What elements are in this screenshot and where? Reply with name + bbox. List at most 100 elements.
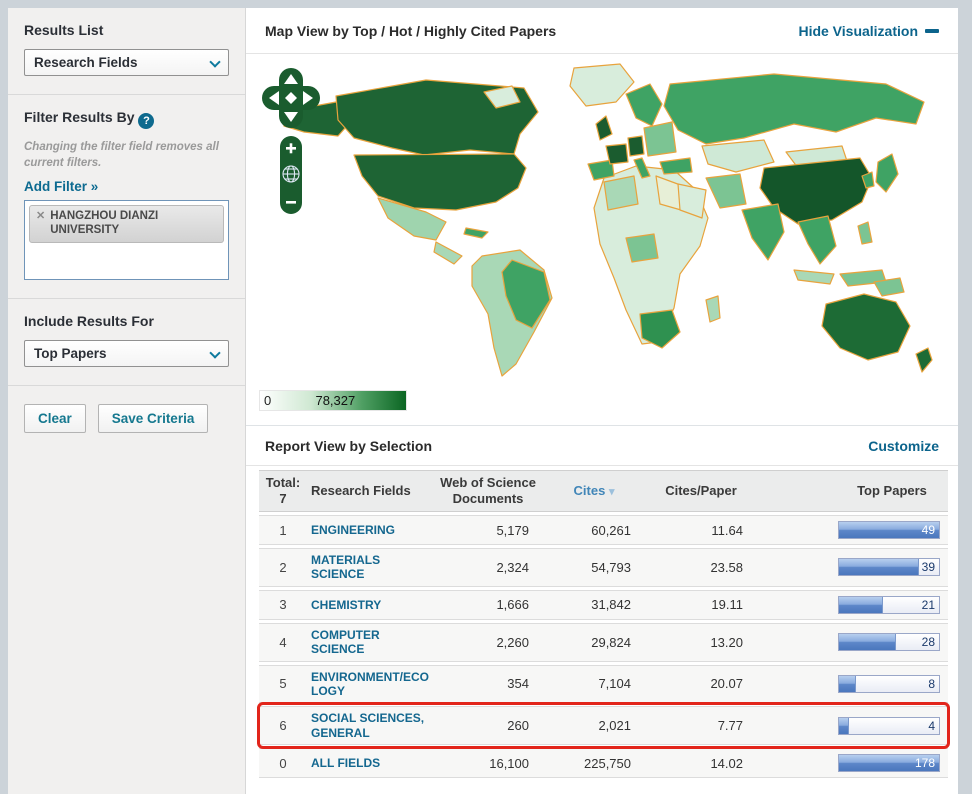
minus-icon (925, 29, 939, 33)
top-papers-value: 178 (915, 756, 935, 770)
top-papers-value: 21 (922, 598, 935, 612)
row-cites-paper: 23.58 (645, 556, 757, 579)
sidebar-actions: Clear Save Criteria (8, 386, 245, 451)
col-header-research-fields: Research Fields (307, 479, 433, 503)
filter-heading-label: Filter Results By (24, 109, 134, 125)
top-papers-bar-fill (839, 718, 849, 734)
results-list-dropdown[interactable]: Research Fields (24, 49, 229, 76)
row-wos-documents: 16,100 (433, 752, 543, 775)
total-count: 7 (261, 491, 305, 507)
col-header-cites-sort[interactable]: Cites ▾ (543, 479, 645, 503)
map-navigation-controls (262, 68, 320, 221)
table-row: 4COMPUTER SCIENCE2,26029,82413.2028 (259, 623, 948, 662)
top-papers-bar: 178 (838, 754, 940, 772)
results-list-heading: Results List (24, 22, 229, 38)
research-field-link[interactable]: MATERIALS SCIENCE (311, 553, 431, 582)
include-results-heading: Include Results For (24, 313, 229, 329)
main-panel: Map View by Top / Hot / Highly Cited Pap… (246, 8, 958, 794)
filter-heading: Filter Results By? (24, 109, 229, 129)
row-rank: 0 (259, 752, 307, 775)
include-results-dropdown[interactable]: Top Papers (24, 340, 229, 367)
row-top-papers-cell: 8 (836, 671, 948, 697)
report-view-header: Report View by Selection Customize (246, 426, 958, 466)
top-papers-value: 39 (922, 560, 935, 574)
question-icon[interactable]: ? (138, 113, 154, 129)
top-papers-bar-fill (839, 559, 919, 575)
table-body: 1ENGINEERING5,17960,26111.64492MATERIALS… (259, 515, 948, 778)
col-header-top-papers: Top Papers (836, 479, 948, 503)
clear-button[interactable]: Clear (24, 404, 86, 433)
row-top-papers-cell: 178 (836, 750, 948, 776)
row-cites-paper: 7.77 (645, 714, 757, 737)
legend-min-value: 0 (264, 393, 271, 408)
row-rank: 1 (259, 519, 307, 542)
row-rank: 2 (259, 556, 307, 579)
pan-arrows-icon (262, 68, 320, 128)
row-top-papers-cell: 49 (836, 517, 948, 543)
customize-link[interactable]: Customize (868, 438, 939, 454)
row-cites-paper: 20.07 (645, 672, 757, 695)
include-results-dropdown-value: Top Papers (34, 346, 107, 361)
filter-tag: ✕ HANGZHOU DIANZI UNIVERSITY (29, 205, 224, 243)
map-view-header: Map View by Top / Hot / Highly Cited Pap… (246, 8, 958, 54)
research-field-link[interactable]: COMPUTER SCIENCE (311, 628, 431, 657)
chevron-down-icon (209, 347, 220, 358)
sidebar: Results List Research Fields Filter Resu… (8, 8, 246, 794)
row-cites: 29,824 (543, 631, 645, 654)
table-row: 2MATERIALS SCIENCE2,32454,79323.58 39 (259, 548, 948, 587)
row-top-papers-cell: 4 (836, 713, 948, 739)
col-header-wos-documents: Web of Science Documents (433, 471, 543, 510)
row-wos-documents: 2,324 (433, 556, 543, 579)
report-view-title: Report View by Selection (265, 438, 432, 454)
row-cites-paper: 19.11 (645, 593, 757, 616)
hide-visualization-link[interactable]: Hide Visualization (798, 23, 939, 39)
row-cites: 54,793 (543, 556, 645, 579)
row-cites: 2,021 (543, 714, 645, 737)
cites-label: Cites (574, 483, 606, 498)
research-field-link[interactable]: SOCIAL SCIENCES, GENERAL (311, 711, 431, 740)
row-field-cell: ENVIRONMENT/ECOLOGY (307, 666, 433, 703)
research-field-link[interactable]: ENGINEERING (311, 523, 395, 537)
row-cites: 31,842 (543, 593, 645, 616)
x-icon[interactable]: ✕ (36, 209, 45, 238)
row-rank: 4 (259, 631, 307, 654)
save-criteria-button[interactable]: Save Criteria (98, 404, 209, 433)
row-field-cell: CHEMISTRY (307, 593, 433, 616)
top-papers-bar-fill (839, 597, 883, 613)
row-rank: 5 (259, 672, 307, 695)
page: Results List Research Fields Filter Resu… (0, 8, 972, 794)
research-field-link[interactable]: ENVIRONMENT/ECOLOGY (311, 670, 431, 699)
row-wos-documents: 260 (433, 714, 543, 737)
world-map-visualization: 0 78,327 (246, 54, 958, 426)
row-cites-paper: 11.64 (645, 519, 757, 542)
row-cites: 225,750 (543, 752, 645, 775)
filter-note: Changing the filter field removes all cu… (24, 140, 229, 171)
top-papers-bar: 28 (838, 633, 940, 651)
filter-box[interactable]: ✕ HANGZHOU DIANZI UNIVERSITY (24, 200, 229, 280)
row-wos-documents: 1,666 (433, 593, 543, 616)
row-field-cell: SOCIAL SCIENCES, GENERAL (307, 707, 433, 744)
top-papers-bar-fill (839, 676, 856, 692)
report-table: Total: 7 Research Fields Web of Science … (246, 466, 958, 778)
map-view-title: Map View by Top / Hot / Highly Cited Pap… (265, 23, 556, 39)
minus-icon (286, 201, 296, 204)
row-cites: 60,261 (543, 519, 645, 542)
top-papers-bar: 39 (838, 558, 940, 576)
row-rank: 6 (259, 714, 307, 737)
filter-section: Filter Results By? Changing the filter f… (8, 95, 245, 299)
row-top-papers-cell: 39 (836, 554, 948, 580)
results-list-dropdown-value: Research Fields (34, 55, 138, 70)
row-cites-paper: 13.20 (645, 631, 757, 654)
col-header-total: Total: 7 (259, 471, 307, 510)
add-filter-link[interactable]: Add Filter » (24, 179, 98, 194)
total-label: Total: (261, 475, 305, 491)
table-row: 5ENVIRONMENT/ECOLOGY3547,10420.078 (259, 665, 948, 704)
table-header-row: Total: 7 Research Fields Web of Science … (259, 470, 948, 512)
world-map[interactable] (274, 58, 934, 394)
chevron-down-icon (209, 56, 220, 67)
top-papers-bar: 21 (838, 596, 940, 614)
top-papers-value: 4 (928, 719, 935, 733)
results-list-section: Results List Research Fields (8, 8, 245, 95)
research-field-link[interactable]: CHEMISTRY (311, 598, 381, 612)
research-field-link[interactable]: ALL FIELDS (311, 756, 380, 770)
